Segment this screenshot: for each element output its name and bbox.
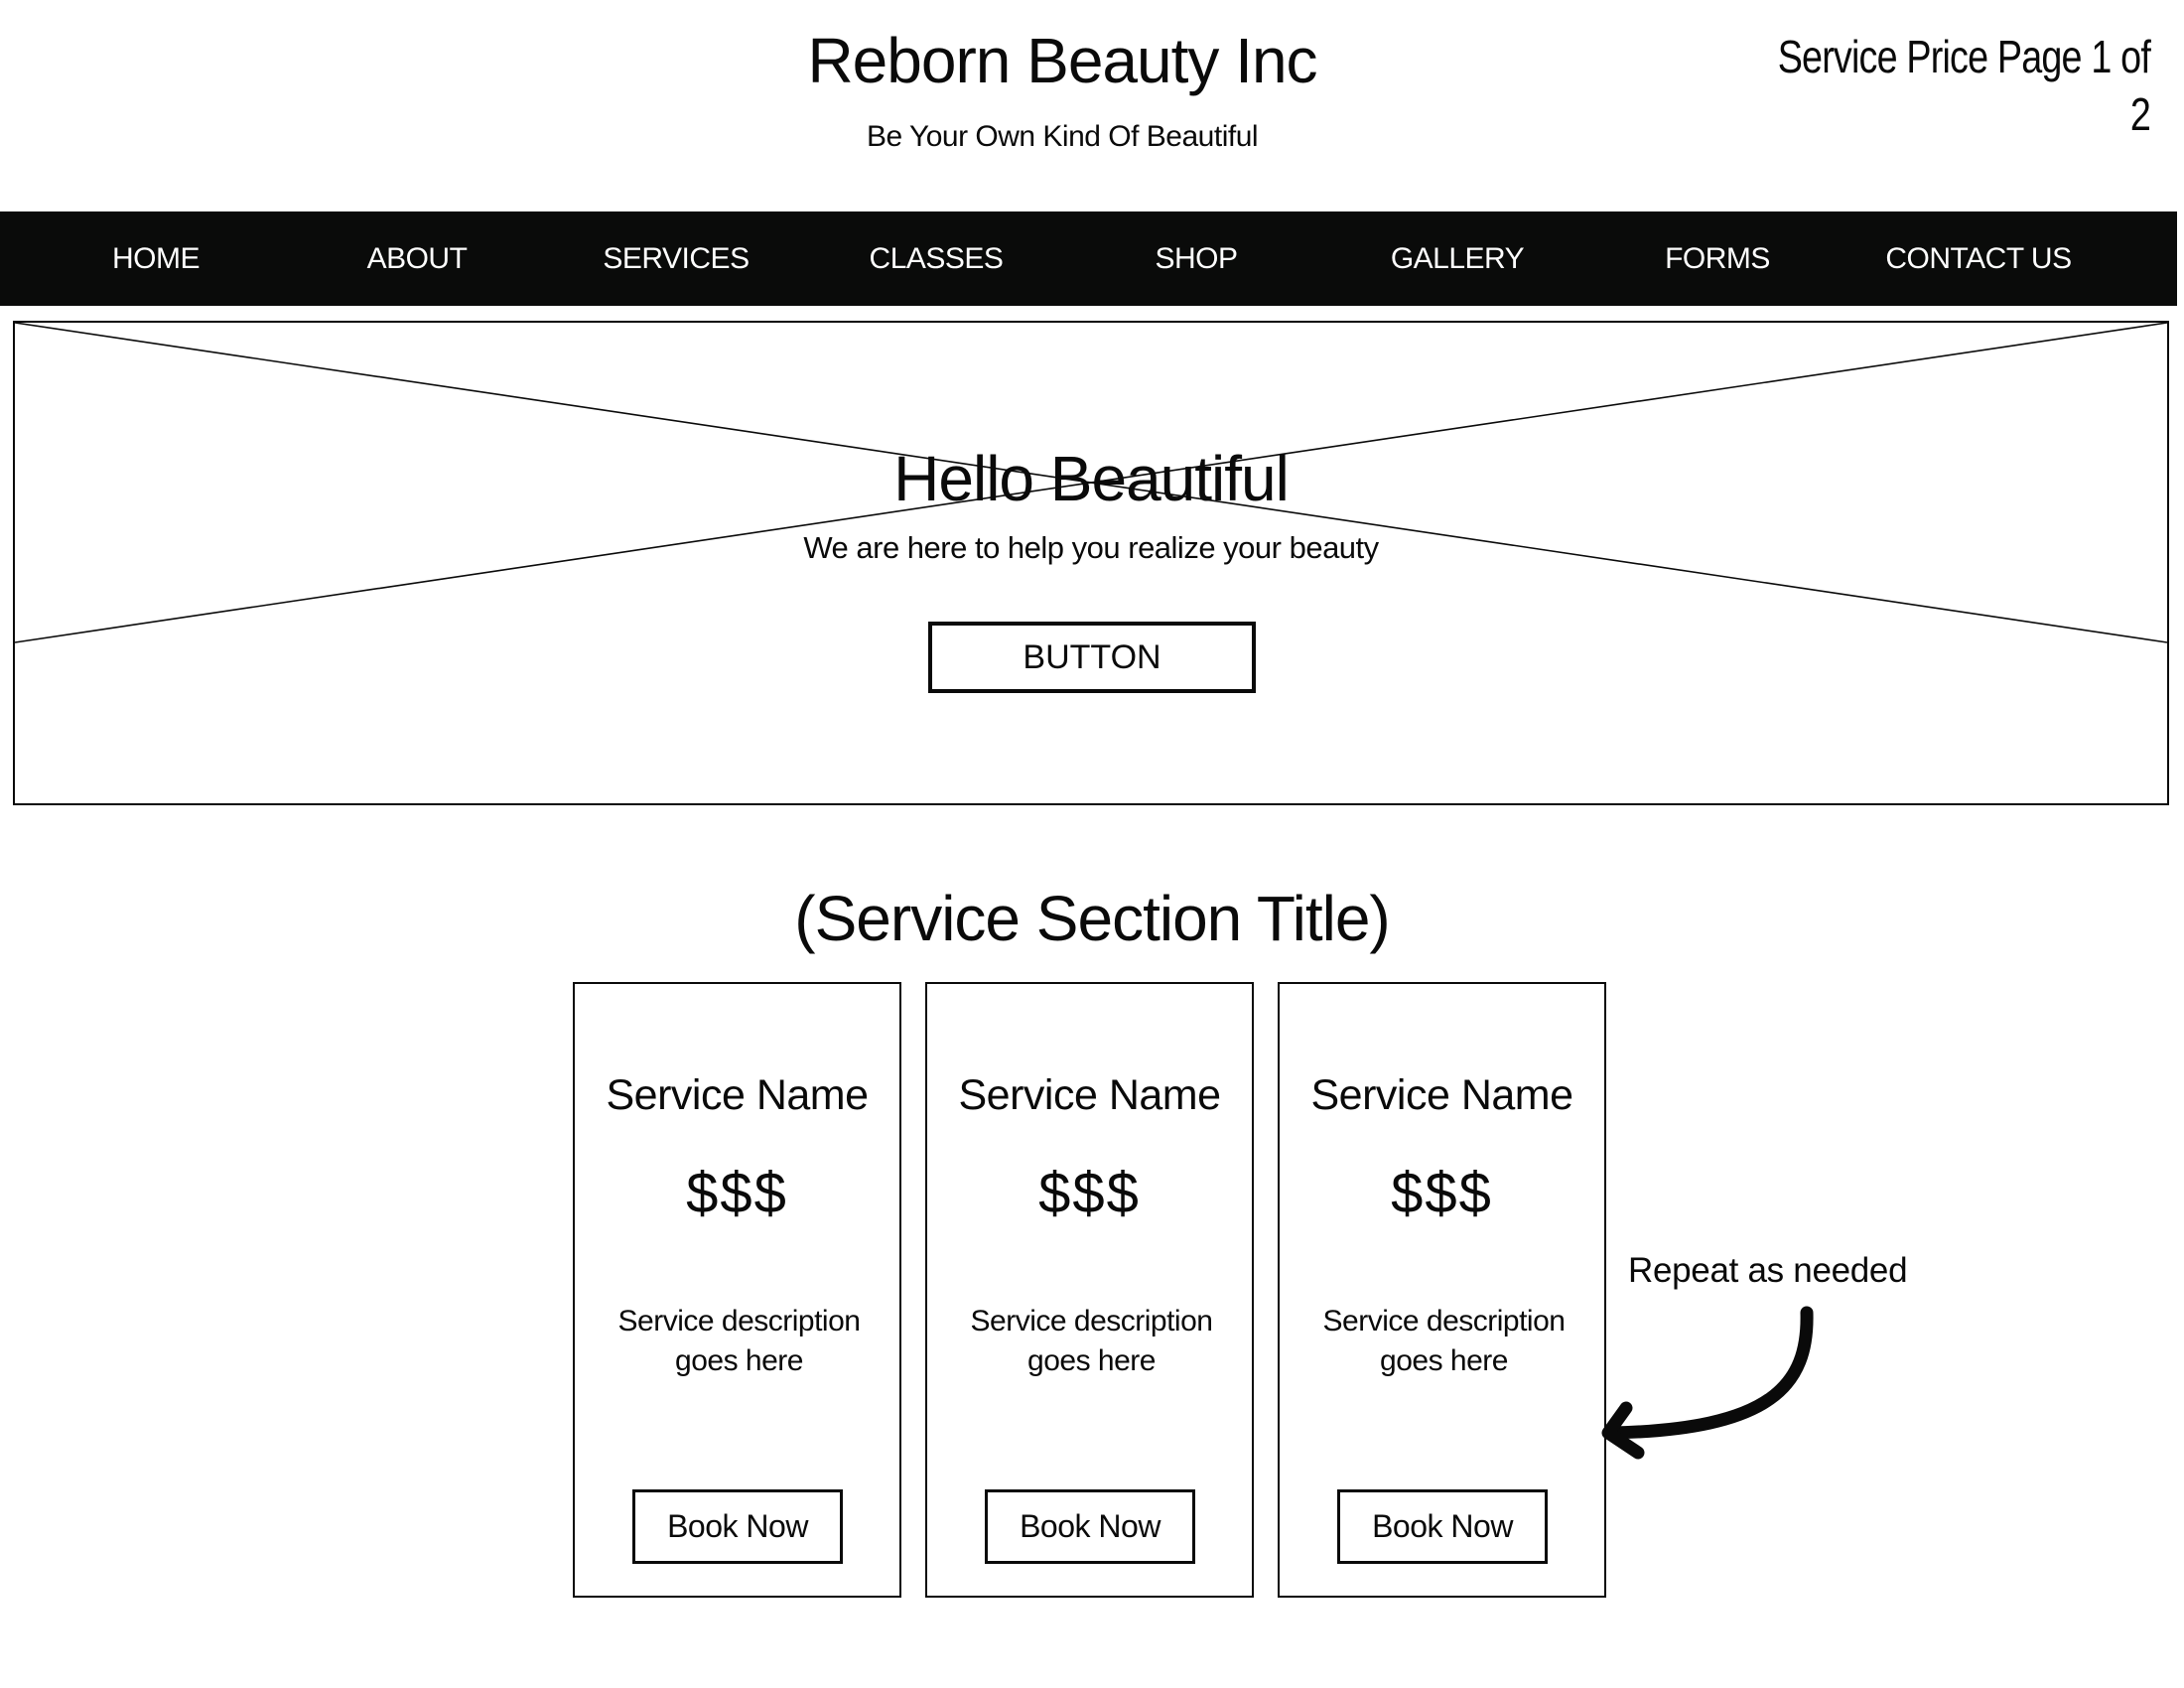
page-indicator: Service Price Page 1 of 2	[1777, 31, 2151, 140]
brand-tagline: Be Your Own Kind Of Beautiful	[866, 120, 1259, 153]
service-name: Service Name	[606, 1071, 869, 1119]
service-price: $$$	[686, 1161, 788, 1225]
book-now-button[interactable]: Book Now	[632, 1489, 843, 1564]
service-price: $$$	[1391, 1161, 1493, 1225]
service-description: Service description goes here	[1322, 1305, 1566, 1377]
nav-item-gallery[interactable]: GALLERY	[1338, 239, 1576, 279]
hero-cta-button[interactable]: BUTTON	[928, 622, 1256, 693]
nav-item-about[interactable]: ABOUT	[298, 239, 536, 279]
service-card: Service Name $$$ Service description goe…	[1278, 982, 1606, 1598]
nav-item-home[interactable]: HOME	[37, 239, 275, 279]
nav-item-shop[interactable]: SHOP	[1077, 239, 1315, 279]
service-name: Service Name	[958, 1071, 1221, 1119]
service-card: Service Name $$$ Service description goe…	[925, 982, 1254, 1598]
nav-item-contact-us[interactable]: CONTACT US	[1859, 239, 2098, 279]
hero-banner: Hello Beautiful We are here to help you …	[13, 321, 2169, 805]
book-now-button[interactable]: Book Now	[985, 1489, 1195, 1564]
nav-item-classes[interactable]: CLASSES	[817, 239, 1055, 279]
hero-subtitle: We are here to help you realize your bea…	[803, 530, 1379, 565]
hero-title: Hello Beautiful	[893, 443, 1290, 514]
service-price: $$$	[1038, 1161, 1141, 1225]
service-section-title: (Service Section Title)	[794, 883, 1390, 954]
nav-item-services[interactable]: SERVICES	[557, 239, 795, 279]
repeat-annotation: Repeat as needed	[1628, 1251, 1908, 1290]
book-now-button[interactable]: Book Now	[1337, 1489, 1548, 1564]
nav-item-forms[interactable]: FORMS	[1598, 239, 1837, 279]
brand-title: Reborn Beauty Inc	[807, 25, 1317, 96]
service-description: Service description goes here	[970, 1305, 1213, 1377]
curved-arrow-left-icon	[1601, 1306, 1814, 1460]
service-name: Service Name	[1310, 1071, 1573, 1119]
service-description: Service description goes here	[617, 1305, 861, 1377]
main-nav: HOME ABOUT SERVICES CLASSES SHOP GALLERY…	[0, 211, 2177, 306]
service-card: Service Name $$$ Service description goe…	[573, 982, 901, 1598]
